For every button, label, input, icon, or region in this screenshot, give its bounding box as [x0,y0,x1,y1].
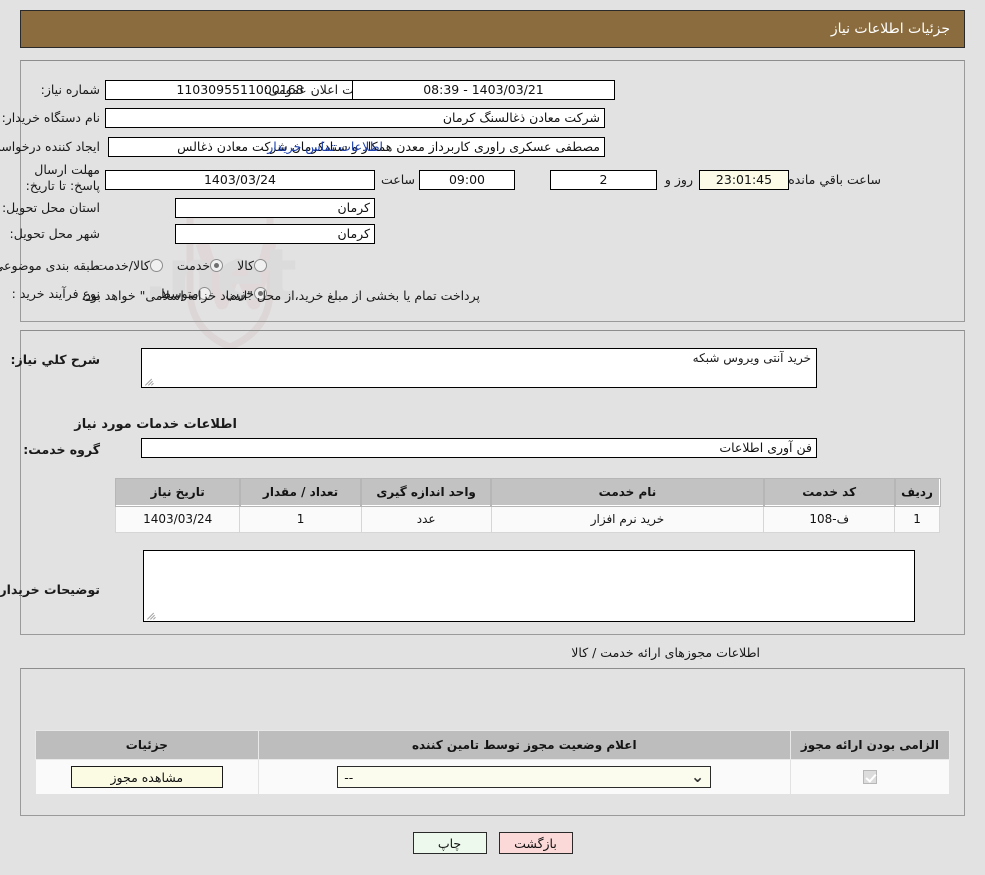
cell-permit-details: مشاهده مجوز [35,759,259,795]
footer-button-bar: بازگشت چاپ [0,832,985,854]
col-permit-status: اعلام وضعیت مجوز توسط تامین کننده [257,730,791,760]
col-row-no: ردیف [893,477,941,507]
service-group-field[interactable]: فن آوری اطلاعات [141,438,817,458]
resize-grip-icon[interactable] [146,610,156,620]
col-permit-details: جزئیات [35,730,259,760]
deadline-time-field[interactable]: 09:00 [419,170,515,190]
radio-category-goods-service-label: کالا/خدمت [95,258,150,273]
summary-value: خرید آنتی ویروس شبکه [692,351,811,365]
col-need-date: تاریخ نیاز [114,477,241,507]
col-service-name: نام خدمت [490,477,765,507]
col-unit: واحد اندازه گیری [360,477,493,507]
col-permit-required: الزامی بودن ارائه مجوز [789,730,951,760]
page-title: جزئیات اطلاعات نیاز [830,21,950,37]
city-label: شهر محل تحویل: [9,226,100,241]
cell-permit-required [789,759,951,795]
deadline-label: مهلت ارسال پاسخ: تا تاریخ: [25,162,100,193]
service-table-header-row: ردیف کد خدمت نام خدمت واحد اندازه گیری ت… [114,477,941,507]
summary-textarea[interactable]: خرید آنتی ویروس شبکه [141,348,817,388]
view-permit-button[interactable]: مشاهده مجوز [70,766,223,788]
page-title-bar: جزئیات اطلاعات نیاز [20,10,965,48]
radio-category-service-label: خدمت [176,258,211,273]
permits-section-label: اطلاعات مجوزهای ارائه خدمت / کالا [571,645,760,660]
permit-status-dropdown[interactable]: ⌄ -- [337,766,712,788]
buyer-notes-textarea[interactable] [143,550,915,622]
cell-service-name: خرید نرم افزار [490,505,765,533]
permits-table-header-row: الزامی بودن ارائه مجوز اعلام وضعیت مجوز … [35,730,951,760]
deadline-date-field[interactable]: 1403/03/24 [105,170,375,190]
province-field[interactable]: کرمان [175,198,375,218]
buyer-org-field[interactable]: شرکت معادن ذغالسنگ کرمان [105,108,605,128]
radio-category-goods[interactable] [254,259,267,272]
province-label: استان محل تحویل: [1,200,100,215]
radio-category-service[interactable] [210,259,224,272]
permit-status-value: -- [344,769,354,785]
buyer-org-label: نام دستگاه خریدار: [1,110,100,125]
col-service-code: کد خدمت [762,477,896,507]
col-quantity: تعداد / مقدار [238,477,363,507]
creator-label: ایجاد کننده درخواست: [0,139,100,154]
radio-category-goods-service[interactable] [149,259,163,272]
table-row: ⌄ -- مشاهده مجوز [35,759,951,795]
buyer-notes-label: توضیحات خریدار: [0,582,100,597]
permits-table: الزامی بودن ارائه مجوز اعلام وضعیت مجوز … [35,730,951,795]
table-row: 1 ف-108 خرید نرم افزار عدد 1 1403/03/24 [114,505,940,533]
remaining-time-label: ساعت باقي مانده [788,172,881,187]
permit-required-checkbox [862,770,877,785]
summary-label: شرح کلي نیاز: [10,352,100,367]
cell-quantity: 1 [239,505,362,533]
remaining-days-label: روز و [664,172,693,187]
radio-category-goods-label: کالا [237,258,254,273]
chevron-down-icon: ⌄ [690,767,705,787]
need-number-label: شماره نیاز: [40,82,100,97]
announce-datetime-field[interactable]: 1403/03/21 - 08:39 [352,80,615,100]
print-button[interactable]: چاپ [412,832,487,854]
cell-need-date: 1403/03/24 [114,505,241,533]
cell-service-code: ف-108 [763,505,896,533]
services-heading: اطلاعات خدمات مورد نیاز [74,417,237,432]
resize-grip-icon[interactable] [144,376,154,386]
back-button[interactable]: بازگشت [498,832,573,854]
remaining-time-field: 23:01:45 [699,170,789,190]
remaining-days-field[interactable]: 2 [550,170,657,190]
cell-row-no: 1 [894,505,940,533]
service-table: ردیف کد خدمت نام خدمت واحد اندازه گیری ت… [114,477,941,533]
city-field[interactable]: کرمان [175,224,375,244]
cell-unit: عدد [360,505,492,533]
buyer-contact-link[interactable]: اطلاعات تماس خریدار [267,139,383,154]
deadline-time-label: ساعت [380,172,415,187]
cell-permit-status: ⌄ -- [257,759,791,795]
payment-note: پرداخت تمام یا بخشی از مبلغ خرید،از محل … [81,288,480,303]
service-group-label: گروه خدمت: [23,442,100,457]
